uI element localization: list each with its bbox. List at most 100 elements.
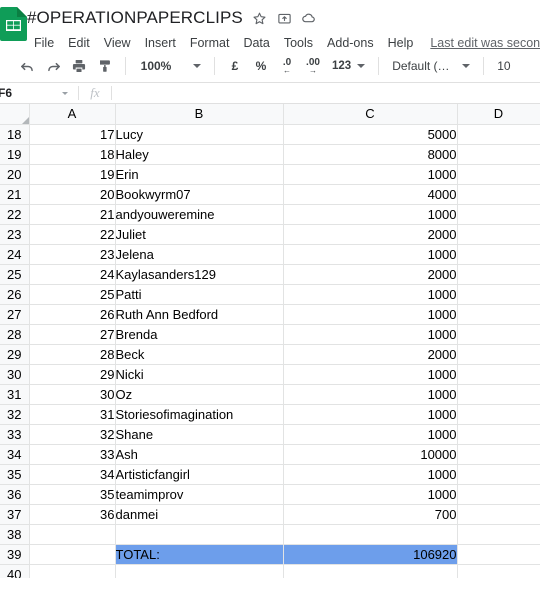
cell-C27[interactable]: 1000 [283,304,458,325]
cell-A24[interactable]: 23 [29,244,116,265]
cell-D21[interactable] [457,184,540,205]
row-header-40[interactable]: 40 [0,564,30,578]
cell-C34[interactable]: 10000 [283,444,458,465]
cell-B34[interactable]: Ash [115,444,284,465]
column-header-a[interactable]: A [29,104,116,125]
cell-C18[interactable]: 5000 [283,124,458,145]
cell-D24[interactable] [457,244,540,265]
cell-D22[interactable] [457,204,540,225]
cell-A35[interactable]: 34 [29,464,116,485]
cell-C20[interactable]: 1000 [283,164,458,185]
row-header-31[interactable]: 31 [0,384,30,405]
cell-A21[interactable]: 20 [29,184,116,205]
row-header-23[interactable]: 23 [0,224,30,245]
cell-D20[interactable] [457,164,540,185]
cell-B20[interactable]: Erin [115,164,284,185]
cell-D40[interactable] [457,564,540,578]
row-header-28[interactable]: 28 [0,324,30,345]
cell-A30[interactable]: 29 [29,364,116,385]
menu-item-addons[interactable]: Add-ons [320,34,381,52]
paint-format-icon[interactable] [92,53,118,79]
row-header-30[interactable]: 30 [0,364,30,385]
row-header-39[interactable]: 39 [0,544,30,565]
menu-item-edit[interactable]: Edit [61,34,97,52]
row-header-34[interactable]: 34 [0,444,30,465]
cell-D25[interactable] [457,264,540,285]
name-box[interactable]: F6 [0,83,78,104]
cell-A19[interactable]: 18 [29,144,116,165]
cell-C23[interactable]: 2000 [283,224,458,245]
cell-B26[interactable]: Patti [115,284,284,305]
cell-C32[interactable]: 1000 [283,404,458,425]
row-header-22[interactable]: 22 [0,204,30,225]
cell-B32[interactable]: Storiesofimagination [115,404,284,425]
cell-C40[interactable] [283,564,458,578]
currency-format-button[interactable]: £ [222,53,248,79]
row-header-25[interactable]: 25 [0,264,30,285]
cell-A36[interactable]: 35 [29,484,116,505]
cell-B39[interactable]: TOTAL: [115,544,284,565]
row-header-38[interactable]: 38 [0,524,30,545]
cell-B37[interactable]: danmei [115,504,284,525]
cell-D35[interactable] [457,464,540,485]
column-header-b[interactable]: B [115,104,284,125]
cell-C29[interactable]: 2000 [283,344,458,365]
undo-icon[interactable] [14,53,40,79]
row-header-36[interactable]: 36 [0,484,30,505]
cell-B36[interactable]: teamimprov [115,484,284,505]
cell-B27[interactable]: Ruth Ann Bedford [115,304,284,325]
cell-B23[interactable]: Juliet [115,224,284,245]
cell-B18[interactable]: Lucy [115,124,284,145]
star-icon[interactable] [251,10,268,27]
cell-B29[interactable]: Beck [115,344,284,365]
row-header-24[interactable]: 24 [0,244,30,265]
select-all-corner[interactable] [0,104,30,125]
cell-D34[interactable] [457,444,540,465]
cell-B22[interactable]: andyouweremine [115,204,284,225]
menu-item-insert[interactable]: Insert [138,34,183,52]
cell-C21[interactable]: 4000 [283,184,458,205]
cell-D32[interactable] [457,404,540,425]
row-header-29[interactable]: 29 [0,344,30,365]
row-header-33[interactable]: 33 [0,424,30,445]
row-header-32[interactable]: 32 [0,404,30,425]
redo-icon[interactable] [40,53,66,79]
move-to-folder-icon[interactable] [276,10,293,27]
cell-B21[interactable]: Bookwyrm07 [115,184,284,205]
cell-B31[interactable]: Oz [115,384,284,405]
cell-A32[interactable]: 31 [29,404,116,425]
row-header-20[interactable]: 20 [0,164,30,185]
cell-B40[interactable] [115,564,284,578]
cell-A34[interactable]: 33 [29,444,116,465]
last-edit-status[interactable]: Last edit was seconds [430,36,540,50]
cell-D27[interactable] [457,304,540,325]
menu-item-help[interactable]: Help [381,34,421,52]
cell-D26[interactable] [457,284,540,305]
cell-B19[interactable]: Haley [115,144,284,165]
cell-A28[interactable]: 27 [29,324,116,345]
font-size-select[interactable]: 10 [491,53,540,79]
cell-D30[interactable] [457,364,540,385]
cell-A37[interactable]: 36 [29,504,116,525]
cell-A29[interactable]: 28 [29,344,116,365]
formula-input[interactable] [112,82,540,104]
sheets-logo-button[interactable] [0,5,27,49]
cell-C28[interactable]: 1000 [283,324,458,345]
cell-D37[interactable] [457,504,540,525]
row-header-21[interactable]: 21 [0,184,30,205]
percent-format-button[interactable]: % [248,53,274,79]
cell-A31[interactable]: 30 [29,384,116,405]
cell-C30[interactable]: 1000 [283,364,458,385]
spreadsheet-grid[interactable]: A B C D 18 17 Lucy 5000 19 18 Haley 8000 20 19 Eri… [0,104,540,578]
cell-A23[interactable]: 22 [29,224,116,245]
print-icon[interactable] [66,53,92,79]
cell-C36[interactable]: 1000 [283,484,458,505]
cell-A39[interactable] [29,544,116,565]
cell-C38[interactable] [283,524,458,545]
cell-B28[interactable]: Brenda [115,324,284,345]
cell-A33[interactable]: 32 [29,424,116,445]
font-family-select[interactable]: Default (Ari... [386,53,476,79]
cell-C19[interactable]: 8000 [283,144,458,165]
cell-D29[interactable] [457,344,540,365]
cell-C35[interactable]: 1000 [283,464,458,485]
